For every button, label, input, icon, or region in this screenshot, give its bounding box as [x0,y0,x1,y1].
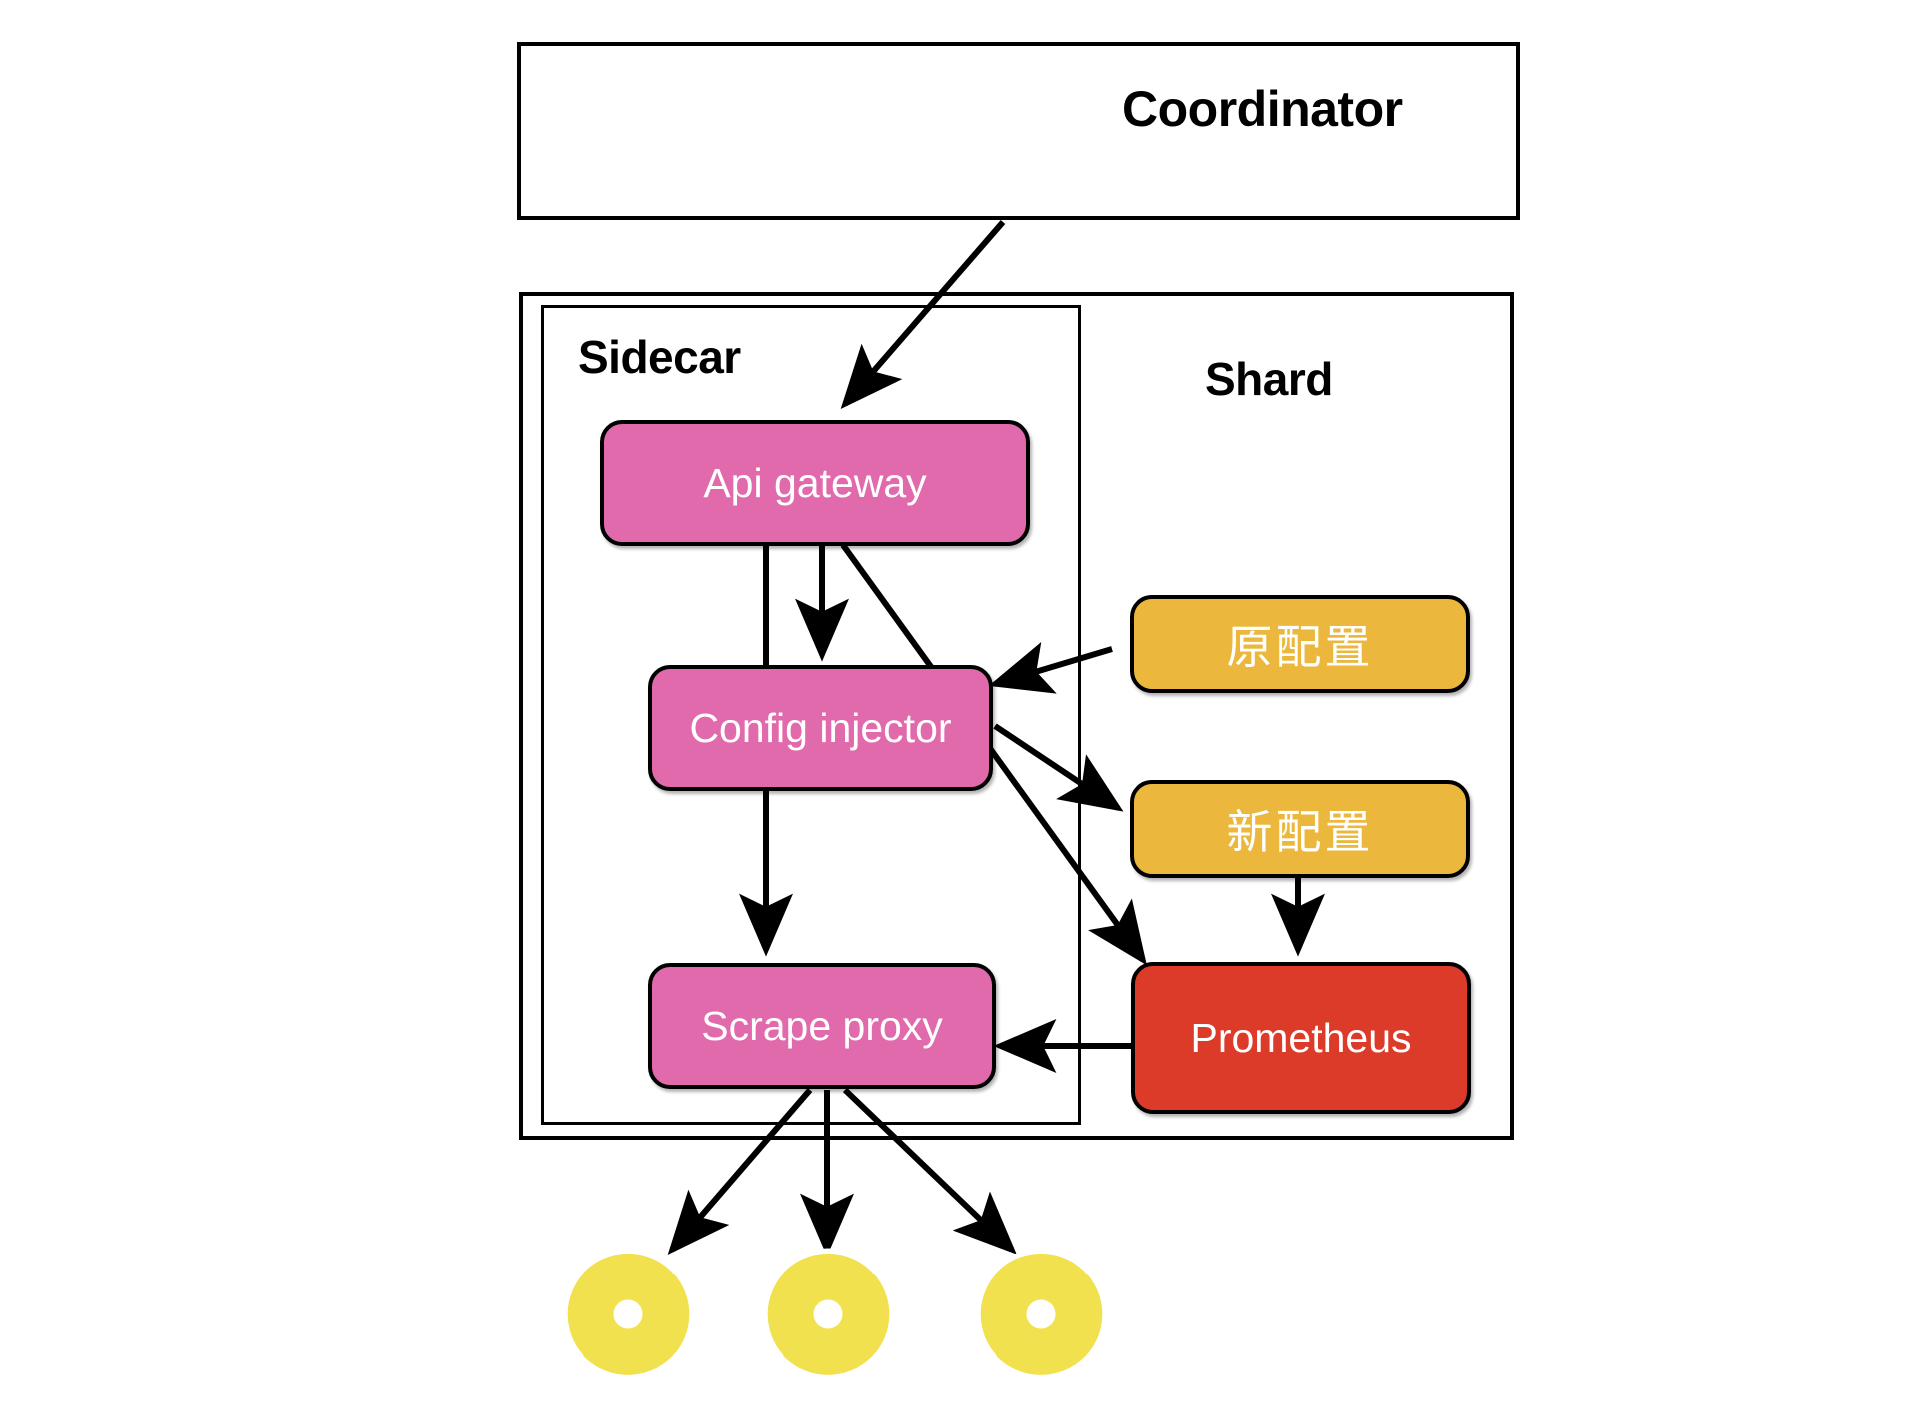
aperture-icon [975,1248,1107,1380]
target-2-aperture-icon[interactable] [762,1248,894,1380]
edge-scrape-proxy-to-target-3 [842,1087,1017,1255]
diagram-canvas: Coordinator Shard Sidecar Api gateway Co… [0,0,1924,1418]
aperture-icon [762,1248,894,1380]
node-config-injector[interactable]: Config injector [648,665,993,791]
edge-config-injector-to-new-config [993,723,1124,812]
node-scrape-proxy[interactable]: Scrape proxy [648,963,996,1089]
edge-coordinator-to-api-gateway [840,220,1006,409]
node-old-config[interactable]: 原配置 [1130,595,1470,693]
edge-scrape-proxy-to-target-1 [667,1088,813,1255]
node-prometheus[interactable]: Prometheus [1131,962,1471,1114]
edge-old-config-to-config-injector [988,641,1113,694]
aperture-icon [562,1248,694,1380]
node-api-gateway[interactable]: Api gateway [600,420,1030,546]
node-new-config[interactable]: 新配置 [1130,780,1470,878]
target-1-aperture-icon[interactable] [562,1248,694,1380]
target-3-aperture-icon[interactable] [975,1248,1107,1380]
